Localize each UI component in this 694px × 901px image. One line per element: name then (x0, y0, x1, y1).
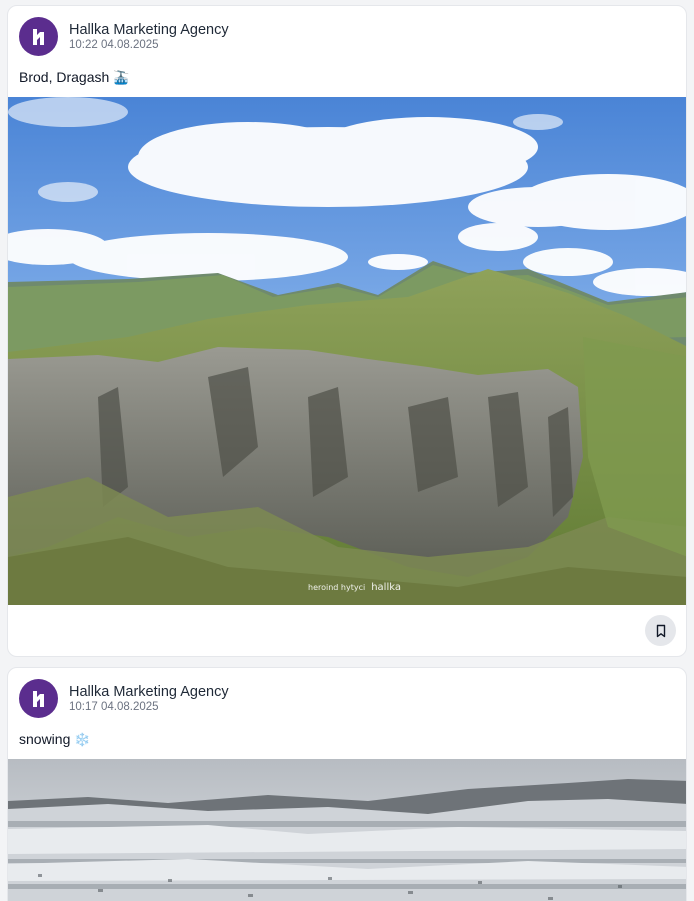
bookmark-button[interactable] (645, 615, 676, 646)
image-watermark: heroind hytyci hallka (308, 582, 401, 593)
avatar[interactable] (19, 17, 58, 56)
watermark-credit: heroind hytyci (308, 583, 366, 592)
post-caption: snowing ❄️ (19, 731, 90, 748)
author-name[interactable]: Hallka Marketing Agency (69, 22, 229, 38)
post-timestamp: 10:17 04.08.2025 (69, 701, 159, 713)
snowflake-emoji-icon: ❄️ (74, 733, 91, 748)
hallka-logo-icon (32, 28, 44, 45)
cable-car-emoji-icon: 🚠 (113, 71, 130, 86)
hallka-logo-icon (32, 690, 44, 707)
post-feed: Hallka Marketing Agency 10:22 04.08.2025… (0, 0, 694, 901)
post-timestamp: 10:22 04.08.2025 (69, 39, 159, 51)
post-header: Hallka Marketing Agency 10:17 04.08.2025 (19, 679, 619, 719)
post-caption: Brod, Dragash 🚠 (19, 69, 129, 86)
post-card: Hallka Marketing Agency 10:22 04.08.2025… (7, 5, 687, 657)
post-header: Hallka Marketing Agency 10:22 04.08.2025 (19, 17, 619, 57)
mountain-landscape-image (8, 97, 686, 605)
snowy-valley-image (8, 759, 686, 901)
watermark-brand: hallka (371, 582, 401, 593)
post-image[interactable] (8, 759, 686, 901)
avatar[interactable] (19, 679, 58, 718)
caption-text: Brod, Dragash (19, 69, 110, 85)
bookmark-icon (656, 624, 665, 637)
post-image[interactable]: heroind hytyci hallka (8, 97, 686, 605)
caption-text: snowing (19, 731, 71, 747)
author-name[interactable]: Hallka Marketing Agency (69, 684, 229, 700)
post-card: Hallka Marketing Agency 10:17 04.08.2025… (7, 667, 687, 901)
